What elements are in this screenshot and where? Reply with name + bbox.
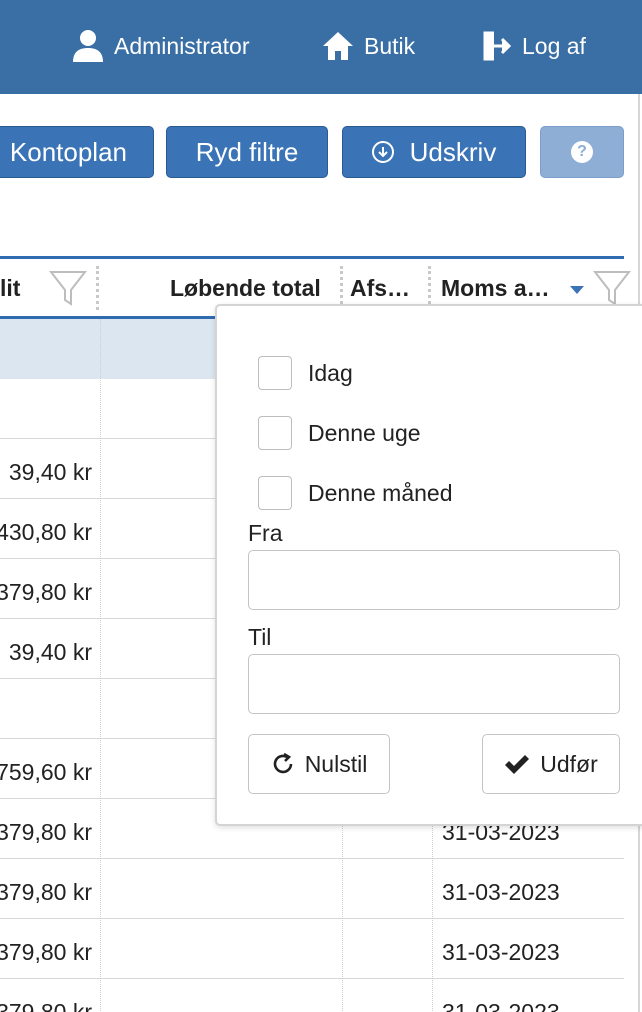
print-button[interactable]: Udskriv xyxy=(342,126,526,178)
checkbox-this-month[interactable] xyxy=(258,476,292,510)
administrator-link[interactable]: Administrator xyxy=(72,26,249,66)
to-date-field[interactable] xyxy=(248,654,620,714)
amount-cell: 39,40 kr xyxy=(8,459,92,485)
grid-top-border xyxy=(0,256,624,259)
help-icon: ? xyxy=(571,141,593,163)
apply-button[interactable]: Udfør xyxy=(482,734,620,794)
clear-filters-button[interactable]: Ryd filtre xyxy=(166,126,328,178)
logout-icon xyxy=(483,31,512,61)
sort-caret-icon[interactable] xyxy=(570,286,584,294)
from-label: Fra xyxy=(248,520,283,546)
amount-cell: 39,40 kr xyxy=(8,639,92,665)
filter-today-label: Idag xyxy=(308,359,353,386)
filter-this-month-label: Denne måned xyxy=(308,479,453,506)
logout-label: Log af xyxy=(522,32,586,59)
print-label: Udskriv xyxy=(409,136,497,167)
help-button[interactable]: ? xyxy=(540,126,624,178)
download-icon xyxy=(371,141,394,163)
amount-cell: 379,80 kr xyxy=(0,579,92,605)
checkbox-this-week[interactable] xyxy=(258,416,292,450)
shop-link[interactable]: Butik xyxy=(322,26,415,66)
date-cell: 31-03-2023 xyxy=(442,879,560,905)
amount-cell: 379,80 kr xyxy=(0,879,92,905)
checkbox-today[interactable] xyxy=(258,356,292,390)
to-label: Til xyxy=(248,624,272,650)
filter-icon[interactable] xyxy=(48,268,88,308)
filter-icon[interactable] xyxy=(592,268,632,308)
home-icon xyxy=(323,32,353,60)
reset-label: Nulstil xyxy=(304,750,368,777)
logout-link[interactable]: Log af xyxy=(482,26,586,66)
amount-cell: 379,80 kr xyxy=(0,819,92,845)
table-row[interactable]: 379,80 kr 31-03-2023 xyxy=(0,859,624,919)
column-divider xyxy=(100,319,101,1012)
refresh-icon xyxy=(273,752,292,774)
checkmark-icon xyxy=(505,755,530,774)
clear-filters-label: Ryd filtre xyxy=(195,136,299,167)
date-cell: 31-03-2023 xyxy=(442,999,560,1012)
filter-this-month-option[interactable]: Denne måned xyxy=(258,475,453,511)
administrator-label: Administrator xyxy=(114,32,250,59)
filter-this-week-label: Denne uge xyxy=(308,419,421,446)
filter-today-option[interactable]: Idag xyxy=(258,355,353,391)
from-date-field[interactable] xyxy=(248,550,620,610)
table-row[interactable]: 379,80 kr 31-03-2023 xyxy=(0,919,624,979)
column-separator[interactable] xyxy=(96,266,99,310)
amount-cell: 379,80 kr xyxy=(0,939,92,965)
filter-this-week-option[interactable]: Denne uge xyxy=(258,415,421,451)
amount-cell: 759,60 kr xyxy=(0,759,92,785)
amount-cell: 379,80 kr xyxy=(0,999,92,1012)
table-row[interactable]: 379,80 kr 31-03-2023 xyxy=(0,979,624,1012)
column-header-credit[interactable]: lit xyxy=(0,260,20,316)
user-icon xyxy=(73,30,103,62)
kontoplan-button[interactable]: Kontoplan xyxy=(0,126,154,178)
date-cell: 31-03-2023 xyxy=(442,939,560,965)
kontoplan-label: Kontoplan xyxy=(9,136,127,167)
apply-label: Udfør xyxy=(540,750,598,777)
amount-cell: 430,80 kr xyxy=(0,519,92,545)
shop-label: Butik xyxy=(364,32,416,59)
reset-button[interactable]: Nulstil xyxy=(248,734,390,794)
